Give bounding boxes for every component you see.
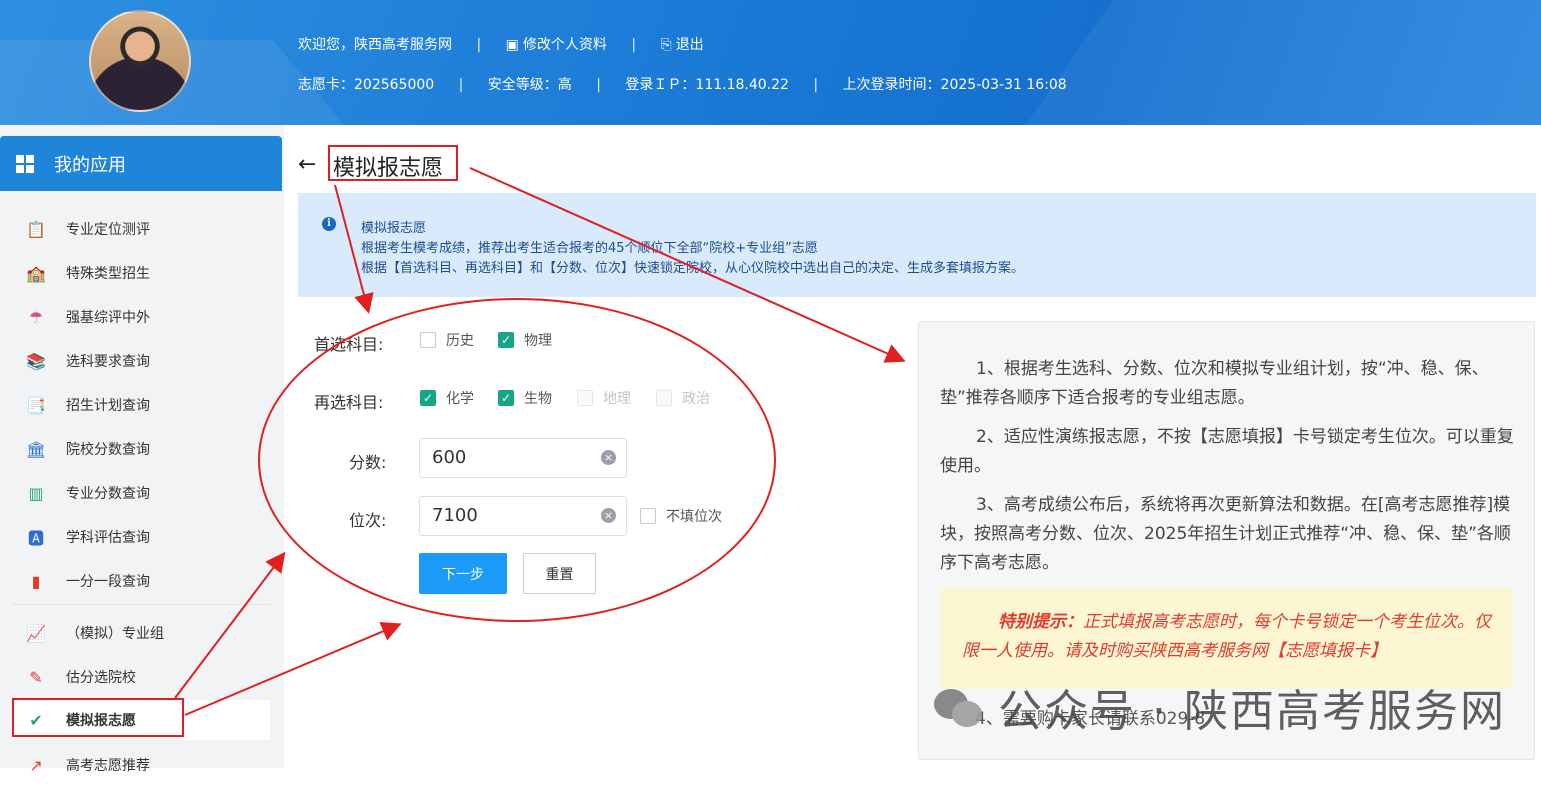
annotation-arrows: [174, 167, 906, 716]
arrow-to-ellipse-bottom: [184, 622, 402, 716]
arrow-to-ellipse-left: [174, 551, 286, 699]
wechat-watermark: 公众号 · 陕西高考服务网: [934, 675, 1506, 739]
arrow-to-notes: [469, 167, 906, 363]
watermark-text: 公众号 · 陕西高考服务网: [998, 686, 1506, 737]
arrow-to-form: [334, 184, 374, 314]
wechat-icon: [934, 685, 984, 729]
